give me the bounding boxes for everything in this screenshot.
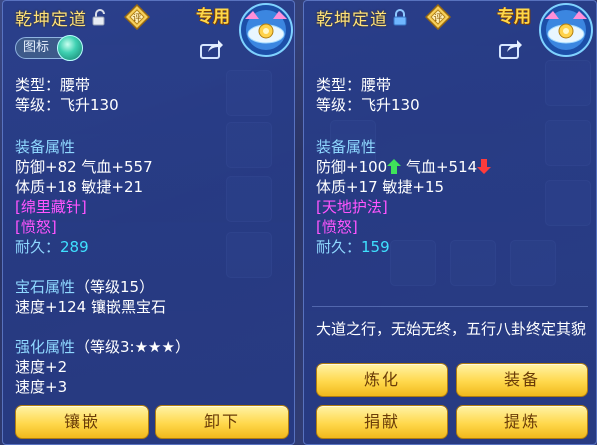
gem-level: （等级15） [75, 278, 155, 296]
equip-attr-title: 装备属性 [316, 138, 377, 156]
equip-button[interactable]: 装备 [456, 363, 588, 397]
equip-stats-2: 体质+18 敏捷+21 [15, 178, 144, 196]
stat-hp: 气血+514 [405, 158, 478, 176]
extract-button[interactable]: 提炼 [456, 405, 588, 439]
special-effect: [愤怒] [316, 218, 358, 236]
enhance-stats-2: 速度+3 [15, 378, 68, 396]
equip-attr-title: 装备属性 [15, 138, 76, 156]
item-type: 类型：腰带 [316, 76, 392, 94]
appraisal-badge-icon: 评 [425, 4, 451, 30]
durability-value: 159 [361, 238, 390, 256]
durability-row: 耐久：289 [15, 238, 89, 257]
red-down-arrow-icon [477, 159, 492, 174]
item-level: 等级：飞升130 [316, 96, 420, 114]
jade-orb-icon [57, 35, 84, 61]
gem-stats: 速度+124 镶嵌黑宝石 [15, 298, 166, 316]
appraisal-badge-icon: 评 [124, 4, 150, 30]
item-name: 乾坤定道 [15, 10, 87, 30]
item-name: 乾坤定道 [316, 10, 388, 30]
durability-label: 耐久： [316, 238, 362, 256]
icon-toggle-button[interactable]: 图标 [15, 35, 84, 61]
stat-defense: 防御+100 [316, 158, 388, 176]
belt-item-icon[interactable] [237, 1, 295, 59]
equipment-tooltip-left: 乾坤定道 评 专用 图标 类型：腰带 等级：飞升130 装备属性 防御+82 气… [2, 0, 295, 445]
exclusive-tag: 专用 [497, 7, 531, 27]
enhance-stats-1: 速度+2 [15, 358, 68, 376]
locked-padlock-icon[interactable] [392, 9, 408, 26]
item-level: 等级：飞升130 [15, 96, 119, 114]
donate-button[interactable]: 捐献 [316, 405, 448, 439]
belt-item-icon[interactable] [537, 1, 595, 59]
enhance-attr-title: 强化属性（等级3:★★★） [15, 338, 190, 357]
item-type: 类型：腰带 [15, 76, 91, 94]
svg-text:评: 评 [132, 13, 141, 24]
green-up-arrow-icon [387, 159, 402, 174]
gem-attr-label: 宝石属性 [15, 278, 76, 296]
gem-attr-title: 宝石属性（等级15） [15, 278, 154, 297]
refine-button[interactable]: 炼化 [316, 363, 448, 397]
icon-toggle-label: 图标 [23, 40, 50, 55]
durability-label: 耐久： [15, 238, 61, 256]
equipment-tooltip-right: 乾坤定道 评 专用 类型：腰带 等级：飞升130 装备属性 防御+100 气血+… [303, 0, 597, 445]
durability-value: 289 [60, 238, 89, 256]
unload-button[interactable]: 卸下 [155, 405, 289, 439]
item-description: 大道之行，无始无终，五行八卦终定其貌 [316, 320, 587, 338]
equip-stats-1: 防御+82 气血+557 [15, 158, 153, 176]
equip-stats-1: 防御+100 气血+514 [316, 158, 492, 177]
durability-row: 耐久：159 [316, 238, 390, 257]
svg-text:评: 评 [433, 13, 442, 24]
equip-stats-2: 体质+17 敏捷+15 [316, 178, 445, 196]
inlay-button[interactable]: 镶嵌 [15, 405, 149, 439]
share-icon[interactable] [499, 39, 523, 59]
divider [312, 306, 588, 307]
enhance-level: （等级3:★★★） [75, 338, 190, 356]
special-effect: [愤怒] [15, 218, 57, 236]
enhance-attr-label: 强化属性 [15, 338, 76, 356]
share-icon[interactable] [200, 39, 224, 59]
special-skill: [天地护法] [316, 198, 388, 216]
exclusive-tag: 专用 [196, 7, 230, 27]
special-skill: [绵里藏针] [15, 198, 87, 216]
unlocked-padlock-icon[interactable] [92, 9, 108, 26]
